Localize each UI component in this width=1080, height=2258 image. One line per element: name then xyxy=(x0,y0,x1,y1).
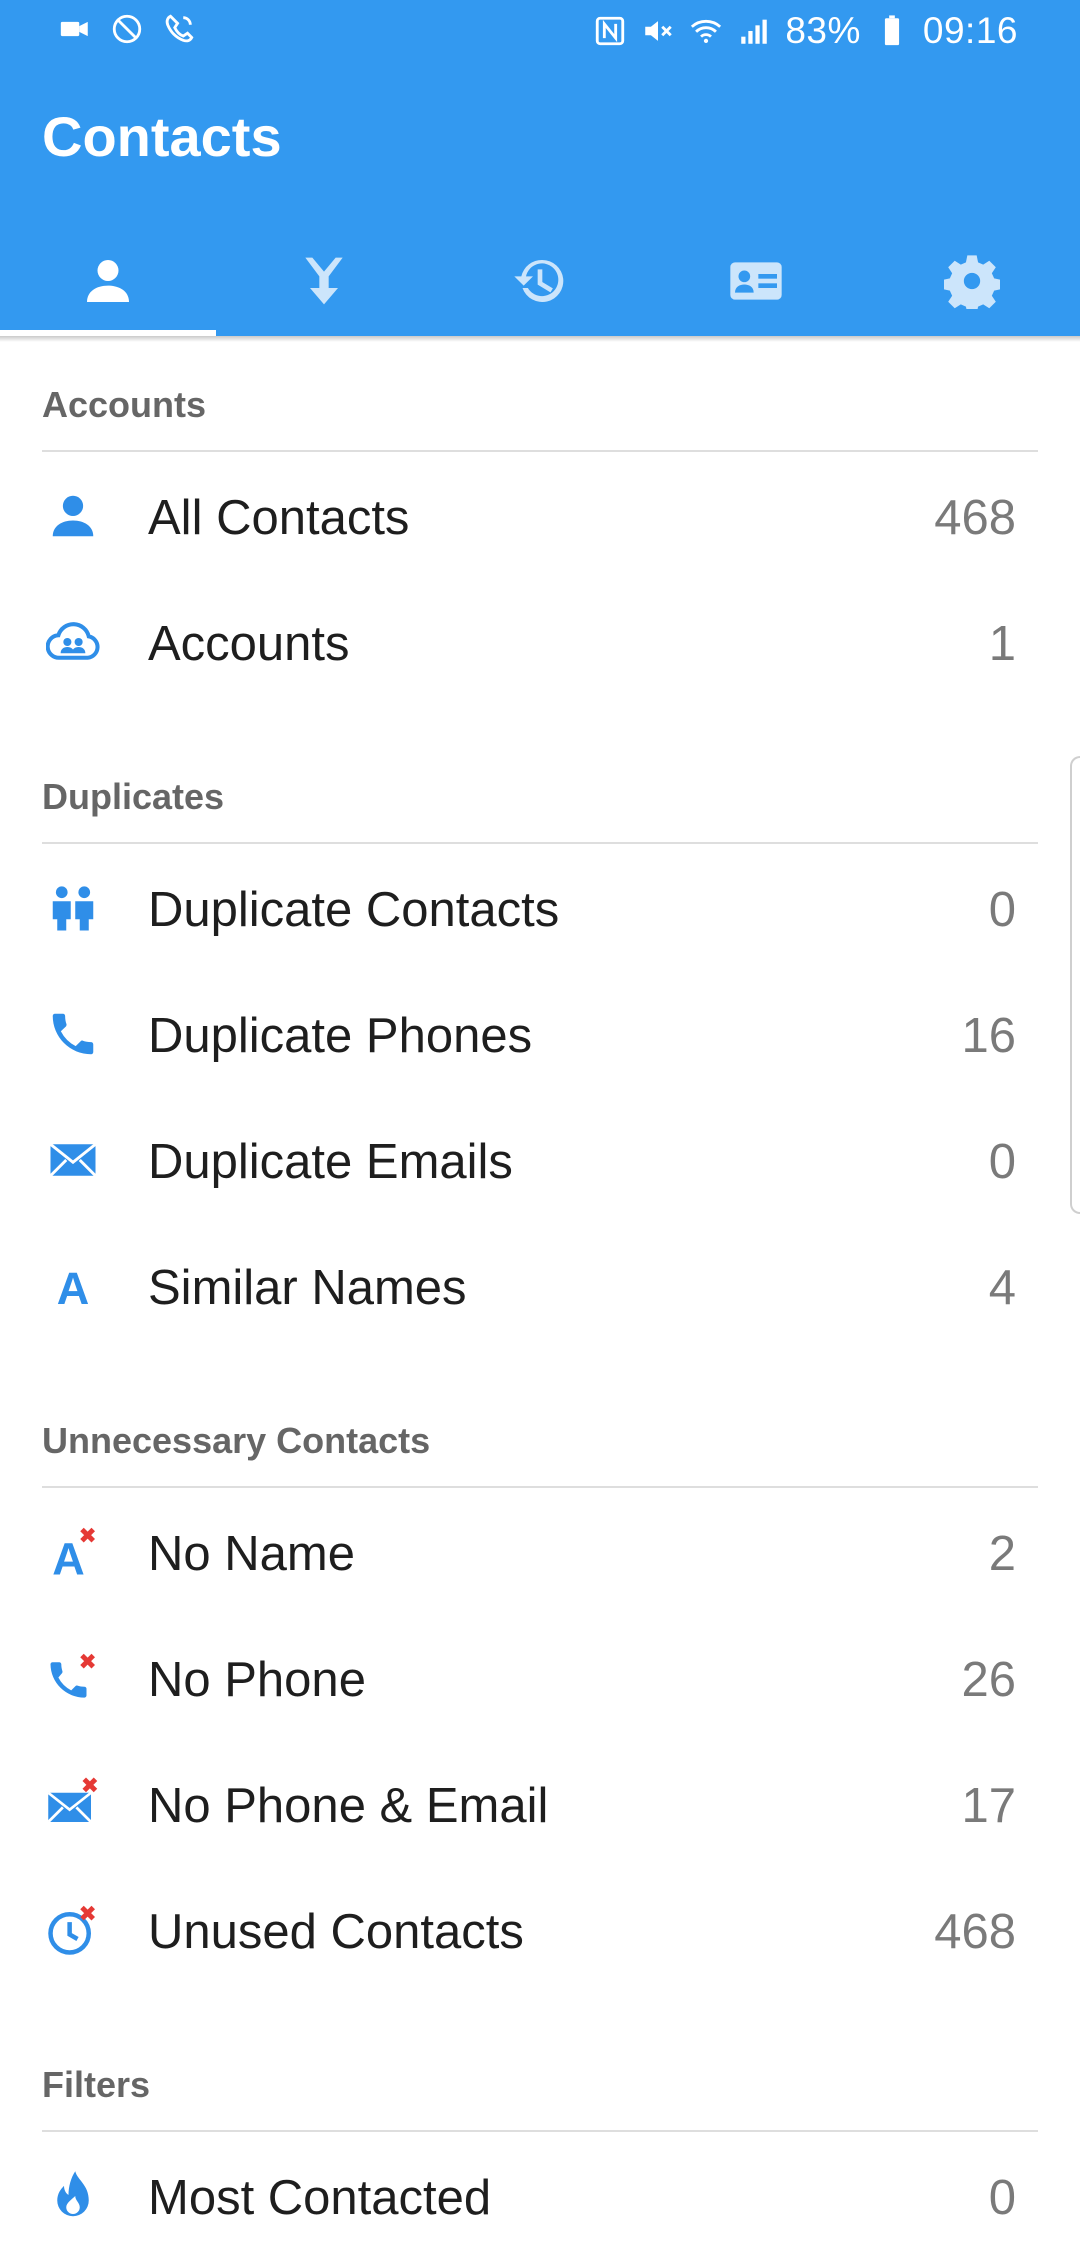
nfc-icon xyxy=(596,16,625,46)
clock: 09:16 xyxy=(922,10,1018,51)
item-count: 1 xyxy=(988,617,1016,671)
phone-icon xyxy=(52,1013,94,1055)
tab-contact-card[interactable] xyxy=(648,226,864,336)
section-title: Duplicates xyxy=(42,776,225,817)
item-count: 0 xyxy=(988,2171,1016,2225)
section-accounts: Accounts xyxy=(0,342,1080,452)
gear-icon xyxy=(944,255,1000,309)
item-count: 2 xyxy=(988,1527,1016,1581)
tab-contacts[interactable] xyxy=(0,226,216,336)
item-count: 26 xyxy=(961,1653,1016,1707)
item-label: No Name xyxy=(148,1527,355,1581)
wifi-call-icon xyxy=(165,14,194,43)
item-label: Similar Names xyxy=(148,1261,467,1315)
phone-x-icon xyxy=(50,1653,96,1698)
signal-icon xyxy=(741,19,768,44)
flame-icon xyxy=(57,2171,89,2217)
person-icon xyxy=(87,260,129,302)
list-item-no-name[interactable]: A No Name 2 xyxy=(0,1488,1080,1614)
letter-a-icon: A xyxy=(57,1263,90,1313)
app-bar: 83% 09:16 Contacts xyxy=(0,0,1080,336)
item-count: 468 xyxy=(934,491,1016,545)
item-count: 16 xyxy=(961,1009,1016,1063)
mute-icon xyxy=(645,21,673,41)
wifi-icon xyxy=(691,19,722,44)
contact-card-icon xyxy=(730,262,782,300)
item-label: No Phone & Email xyxy=(148,1779,549,1833)
tab-settings[interactable] xyxy=(864,226,1080,336)
section-title: Accounts xyxy=(42,384,207,425)
person-icon xyxy=(52,495,94,537)
battery-percent: 83% xyxy=(785,10,861,51)
merge-icon xyxy=(305,257,343,305)
sync-off-icon xyxy=(112,14,142,44)
item-label: No Phone xyxy=(148,1653,366,1707)
page-title: Contacts xyxy=(42,105,282,168)
list-item-duplicate-emails[interactable]: Duplicate Emails 0 xyxy=(0,1096,1080,1222)
item-count: 0 xyxy=(988,1135,1016,1189)
list-item-no-phone[interactable]: No Phone 26 xyxy=(0,1614,1080,1740)
tab-history[interactable] xyxy=(432,226,648,336)
clock-x-icon xyxy=(48,1905,96,1955)
section-title: Unnecessary Contacts xyxy=(42,1420,431,1461)
list-item-duplicate-phones[interactable]: Duplicate Phones 16 xyxy=(0,970,1080,1096)
item-label: Duplicate Phones xyxy=(148,1009,533,1063)
mail-icon xyxy=(49,1143,97,1177)
item-label: Accounts xyxy=(148,617,350,671)
section-unnecessary-contacts: Unnecessary Contacts xyxy=(0,1378,1080,1488)
item-count: 17 xyxy=(961,1779,1016,1833)
item-count: 4 xyxy=(988,1261,1016,1315)
svg-text:A: A xyxy=(52,1534,85,1580)
list-item-most-contacted[interactable]: Most Contacted 0 xyxy=(0,2132,1080,2258)
svg-text:A: A xyxy=(57,1263,90,1313)
item-count: 0 xyxy=(988,883,1016,937)
list-item-unused-contacts[interactable]: Unused Contacts 468 xyxy=(0,1866,1080,1992)
list-item-all-contacts[interactable]: All Contacts 468 xyxy=(0,452,1080,578)
list-item-duplicate-contacts[interactable]: Duplicate Contacts 0 xyxy=(0,844,1080,970)
mail-x-icon xyxy=(47,1777,98,1823)
tab-bar xyxy=(0,226,1080,336)
item-label: Duplicate Emails xyxy=(148,1135,513,1189)
history-icon xyxy=(514,259,564,302)
video-call-icon xyxy=(60,21,88,37)
section-filters: Filters xyxy=(0,2022,1080,2132)
letter-a-x-icon: A xyxy=(52,1527,96,1580)
cloud-group-icon xyxy=(46,622,100,660)
list-item-accounts[interactable]: Accounts 1 xyxy=(0,578,1080,704)
status-bar: 83% 09:16 xyxy=(0,0,1080,66)
people-icon xyxy=(52,886,94,931)
list-item-similar-names[interactable]: A Similar Names 4 xyxy=(0,1222,1080,1348)
list-item-no-phone-email[interactable]: No Phone & Email 17 xyxy=(0,1740,1080,1866)
item-count: 468 xyxy=(934,1905,1016,1959)
section-duplicates: Duplicates xyxy=(0,734,1080,844)
tab-merge[interactable] xyxy=(216,226,432,336)
section-title: Filters xyxy=(42,2064,151,2105)
edge-panel-handle[interactable] xyxy=(1070,756,1080,1214)
item-label: Duplicate Contacts xyxy=(148,883,560,937)
battery-icon xyxy=(884,15,899,46)
item-label: All Contacts xyxy=(148,491,410,545)
item-label: Most Contacted xyxy=(148,2171,492,2225)
menu-list: Accounts All Contacts 468 Accounts 1 Dup… xyxy=(0,342,1080,2258)
item-label: Unused Contacts xyxy=(148,1905,524,1959)
